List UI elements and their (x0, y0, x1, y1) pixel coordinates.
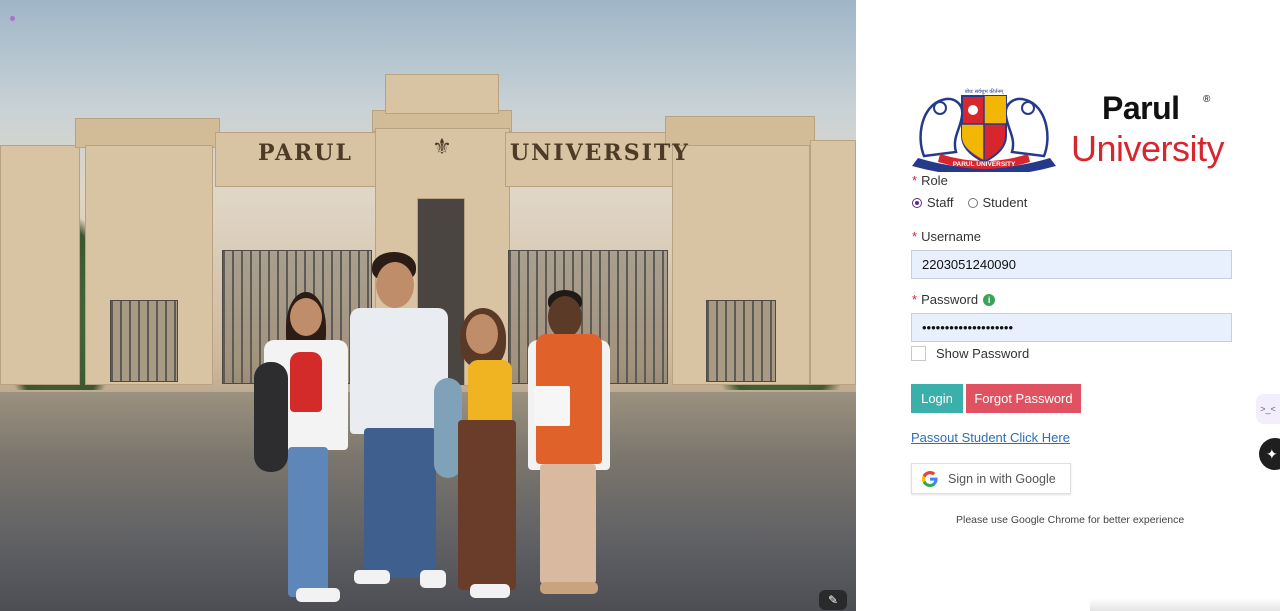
required-asterisk: * (912, 173, 918, 188)
show-password-label: Show Password (936, 346, 1030, 361)
magic-edit-icon[interactable]: ✎ (819, 590, 847, 610)
gate-wing-right (810, 140, 856, 385)
passout-student-link[interactable]: Passout Student Click Here (911, 430, 1070, 445)
gate-sign-parul: PARUL (258, 140, 353, 166)
registered-mark: ® (1203, 94, 1211, 105)
username-input[interactable]: 2203051240090 (911, 250, 1232, 279)
brand-name-parul: Parul (1102, 90, 1180, 126)
gate-grille-left (110, 300, 178, 382)
password-label-text: Password (921, 292, 979, 307)
student-radio[interactable] (967, 197, 978, 208)
browser-note: Please use Google Chrome for better expe… (956, 514, 1185, 526)
username-label-text: Username (921, 229, 982, 244)
student-figure-1 (254, 292, 354, 611)
student-figure-3 (434, 308, 528, 606)
gate-wing-left (0, 145, 80, 385)
bottom-shadow (1090, 598, 1280, 611)
show-password-row: Show Password (911, 346, 1029, 361)
gate-sign-university: UNIVERSITY (510, 140, 690, 166)
brand-name-university: University (1071, 128, 1225, 169)
forgot-password-button[interactable]: Forgot Password (966, 384, 1081, 413)
emblem-motto-text: बोधः सर्वशुभ कीर्तनम् (965, 88, 1004, 95)
gate-crown (385, 74, 499, 114)
login-button[interactable]: Login (911, 384, 963, 413)
role-radio-group: Staff Student (912, 195, 1041, 210)
required-asterisk: * (912, 229, 918, 244)
role-option-staff[interactable]: Staff (912, 195, 954, 210)
staff-radio[interactable] (912, 197, 922, 208)
student-figure-4 (520, 290, 614, 608)
role-label: * Role (912, 173, 948, 188)
google-icon (922, 470, 938, 487)
info-icon[interactable]: i (983, 294, 996, 306)
gate-cornice-left (75, 118, 220, 148)
password-label: * Password i (912, 292, 996, 307)
google-signin-label: Sign in with Google (948, 471, 1056, 486)
corner-indicator-dot (10, 16, 15, 21)
staff-radio-label: Staff (927, 195, 954, 210)
show-password-checkbox[interactable] (911, 346, 926, 361)
google-signin-button[interactable]: Sign in with Google (911, 463, 1071, 494)
hero-campus-photo: PARUL ⚜ UNIVERSITY ✎ (0, 0, 856, 611)
gate-emblem-icon: ⚜ (432, 134, 452, 159)
role-label-text: Role (921, 173, 948, 188)
login-panel: PARUL UNIVERSITY बोधः सर्वशुभ कीर्तनम् P… (856, 0, 1280, 611)
extension-chip[interactable]: >_< (1256, 394, 1280, 424)
emblem-ribbon-text: PARUL UNIVERSITY (953, 161, 1016, 168)
role-option-student[interactable]: Student (967, 195, 1028, 210)
required-asterisk: * (912, 292, 918, 307)
gate-grille-right (706, 300, 776, 382)
password-input[interactable]: •••••••••••••••••••• (911, 313, 1232, 342)
student-radio-label: Student (982, 195, 1028, 210)
username-label: * Username (912, 229, 981, 244)
